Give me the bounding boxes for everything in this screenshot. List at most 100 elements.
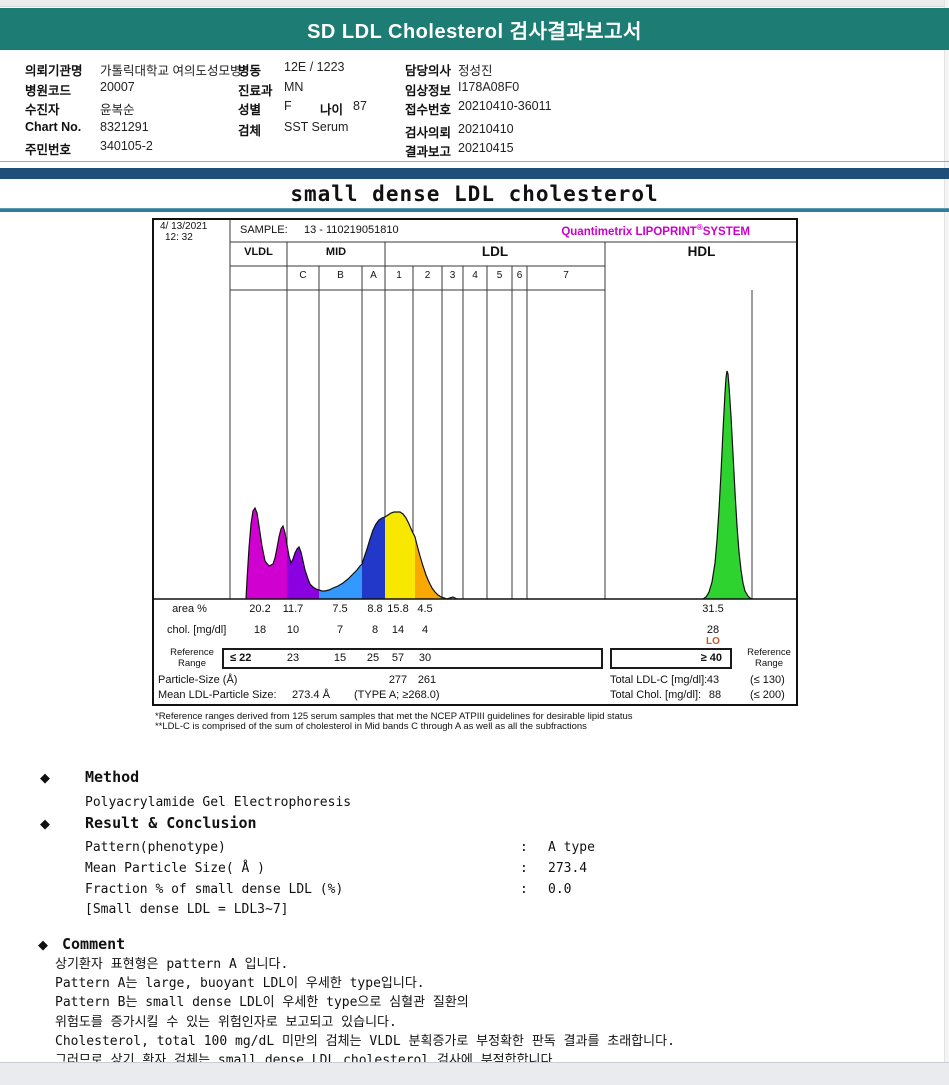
window-chrome-top [0, 0, 949, 7]
ref-range-label-left-top: Reference [170, 647, 214, 658]
band-hdl: HDL [687, 244, 716, 259]
subband-ldl-5: 5 [496, 270, 503, 281]
curve-outlines [245, 370, 753, 600]
mean-ldl-particle-label: Mean LDL-Particle Size: [158, 689, 277, 701]
hdl-low-flag: LO [706, 636, 720, 647]
subband-ldl-6: 6 [516, 270, 523, 281]
subband-ldl-1: 1 [396, 270, 402, 281]
subband-ldl-2: 2 [424, 270, 431, 281]
ward-value: 12E / 1223 [284, 60, 345, 74]
result-report-label: 결과보고 [405, 145, 452, 159]
subband-mid-a: A [370, 270, 377, 281]
comment-heading: Comment [62, 935, 126, 953]
total-chol-value: 88 [708, 689, 722, 701]
sex-value: F [284, 99, 292, 113]
comment-body: 상기환자 표현형은 pattern A 입니다. Pattern A는 larg… [55, 955, 675, 1070]
ref-mid-c: 23 [286, 652, 300, 664]
mid-c-fraction-fill [287, 545, 319, 599]
brand-suffix: SYSTEM [702, 225, 750, 238]
ref-vldl: ≤ 22 [230, 652, 252, 664]
result-row-colon: : [520, 861, 528, 876]
chart-no-label: Chart No. [25, 120, 82, 134]
resident-id-value: 340105-2 [100, 139, 153, 153]
footnote-2: **LDL-C is comprised of the sum of chole… [155, 721, 587, 732]
age-label: 나이 [320, 103, 344, 117]
total-ldl-c-ref: (≤ 130) [750, 674, 785, 686]
lipoprint-chart-panel: 4/ 13/2021 12: 32 SAMPLE: 13 - 110219051… [152, 218, 798, 706]
report-title: SD LDL Cholesterol 검사결과보고서 [307, 20, 642, 43]
section-title: small dense LDL cholesterol [290, 182, 659, 206]
chol-row-label: chol. [mg/dl] [167, 624, 227, 636]
patient-info: 의뢰기관명 가톨릭대학교 여의도성모병 병동 12E / 1223 담당의사 정… [0, 52, 944, 160]
report-title-bar: SD LDL Cholesterol 검사결과보고서 [0, 8, 949, 50]
result-row-value: A type [548, 840, 595, 855]
receipt-no-value: 20210410-36011 [458, 99, 552, 113]
curve-fills [246, 371, 752, 599]
department-label: 진료과 [238, 84, 273, 98]
org-value: 가톨릭대학교 여의도성모병 [100, 64, 242, 78]
method-heading: Method [85, 768, 140, 786]
hdl-fraction-fill [703, 371, 752, 599]
comment-line: Pattern A는 large, buoyant LDL이 우세한 type입… [55, 976, 425, 992]
comment-line: Cholesterol, total 100 mg/dL 미만의 검체는 VLD… [55, 1033, 675, 1049]
divider-line [0, 161, 949, 162]
subband-mid-b: B [337, 270, 344, 281]
ref-range-label-right-bottom: Range [755, 658, 783, 669]
subband-ldl-4: 4 [472, 270, 478, 281]
section-divider-bar [0, 168, 949, 179]
area-row-label: area % [172, 603, 207, 615]
total-ldl-c-value: 43 [706, 674, 720, 686]
patient-name-value: 윤복순 [100, 103, 135, 117]
band-mid: MID [325, 246, 347, 258]
mid-b-fraction-fill [319, 564, 362, 599]
particle-size-label: Particle-Size (Å) [158, 674, 238, 686]
result-row-value: 0.0 [548, 882, 572, 897]
ref-range-label-right-top: Reference [747, 647, 791, 658]
mean-ldl-particle-type: (TYPE A; ≥268.0) [354, 689, 440, 701]
band-ldl: LDL [481, 244, 509, 259]
chart-no-value: 8321291 [100, 120, 149, 134]
result-row-label: Mean Particle Size( Å ) [85, 861, 266, 876]
particle-size-ldl2: 261 [417, 674, 437, 686]
ref-hdl: ≥ 40 [700, 652, 722, 664]
sex-label: 성별 [238, 103, 262, 117]
comment-line: 위험도를 증가시킬 수 있는 위험인자로 보고되고 있습니다. [55, 1014, 397, 1030]
chol-mid-c: 10 [286, 624, 300, 636]
sample-label: SAMPLE: [240, 224, 288, 236]
result-heading: Result & Conclusion [85, 814, 257, 832]
ref-range-label-left-bottom: Range [178, 658, 206, 669]
scan-date: 4/ 13/2021 [160, 221, 208, 232]
ref-ldl2: 30 [418, 652, 432, 664]
ldl1-fraction-fill [385, 512, 415, 599]
band-vldl: VLDL [244, 246, 273, 258]
age-value: 87 [353, 99, 367, 113]
report-window: { "window": { "title": "SD LDL Cholester… [0, 0, 949, 1085]
brand-name: Quantimetrix LIPOPRINT [561, 225, 697, 238]
mean-ldl-particle-value: 273.4 Å [292, 689, 330, 701]
window-chrome-right [944, 0, 949, 1084]
specimen-value: SST Serum [284, 120, 349, 134]
method-body: Polyacrylamide Gel Electrophoresis [85, 795, 352, 810]
specimen-label: 검체 [238, 124, 262, 138]
area-mid-c: 11.7 [282, 603, 304, 615]
vldl-fraction-fill [246, 508, 287, 599]
test-request-value: 20210410 [458, 122, 514, 136]
chol-ldl2: 4 [421, 624, 429, 636]
result-row-label: Fraction % of small dense LDL (%) [85, 882, 344, 897]
diamond-icon: ◆ [40, 770, 50, 785]
subband-ldl-7: 7 [563, 270, 569, 281]
result-report-value: 20210415 [458, 141, 514, 155]
patient-name-label: 수진자 [25, 103, 60, 117]
total-chol-label: Total Chol. [mg/dl]: [610, 689, 702, 701]
subband-ldl-3: 3 [449, 270, 456, 281]
result-row-label: Pattern(phenotype) [85, 840, 226, 855]
diamond-icon: ◆ [38, 937, 48, 952]
chol-hdl: 28 [706, 624, 720, 636]
sample-id: 13 - 110219051810 [304, 224, 399, 236]
clinical-info-value: I178A08F0 [458, 80, 520, 94]
hospital-code-value: 20007 [100, 80, 135, 94]
total-ldl-c-label: Total LDL-C [mg/dl]: [610, 674, 708, 686]
receipt-no-label: 접수번호 [405, 103, 452, 117]
result-note: [Small dense LDL = LDL3~7] [85, 902, 289, 917]
department-value: MN [284, 80, 304, 94]
